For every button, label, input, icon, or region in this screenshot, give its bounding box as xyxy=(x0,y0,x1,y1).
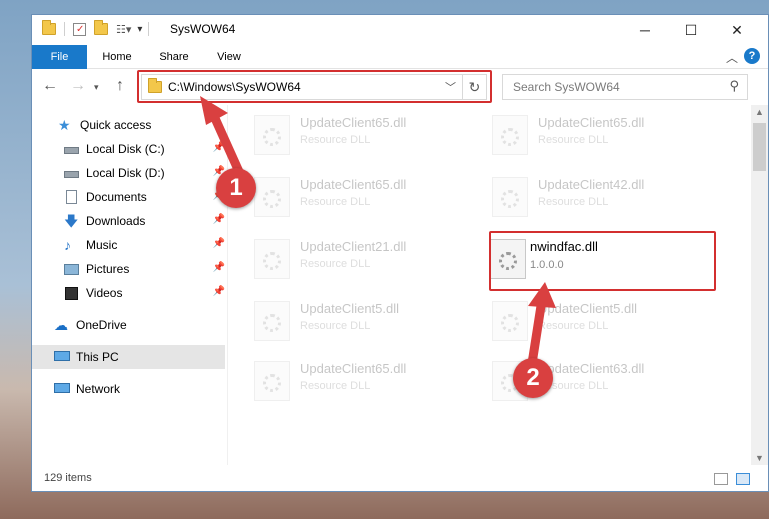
step-2-badge: 2 xyxy=(513,358,553,398)
annotation-arrows xyxy=(200,96,556,375)
arrow-2-head xyxy=(528,282,556,308)
step-1-badge: 1 xyxy=(216,168,256,208)
